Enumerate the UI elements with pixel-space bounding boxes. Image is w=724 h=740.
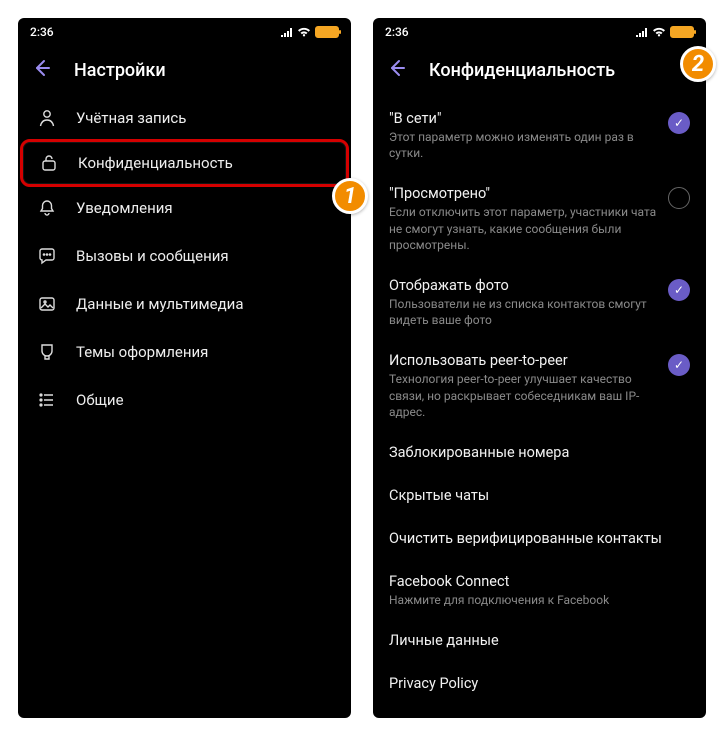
priv-title: Заблокированные номера (389, 444, 690, 461)
wifi-icon (297, 27, 311, 37)
battery-icon (315, 26, 339, 38)
priv-desc: Пользователи не из списка контактов смог… (389, 296, 660, 328)
priv-title: Использовать peer-to-peer (389, 352, 660, 369)
bell-icon (34, 198, 60, 218)
privacy-item-p2p[interactable]: Использовать peer-to-peer Технология pee… (373, 340, 706, 432)
menu-item-general[interactable]: Общие (18, 376, 351, 424)
priv-title: Отображать фото (389, 277, 660, 294)
privacy-item-blocked[interactable]: Заблокированные номера (373, 432, 706, 475)
chat-icon (34, 246, 60, 266)
priv-desc: Если отключить этот параметр, участники … (389, 204, 660, 253)
menu-item-privacy[interactable]: Конфиденциальность (20, 139, 349, 187)
battery-icon (670, 26, 694, 38)
privacy-item-seen[interactable]: "Просмотрено" Если отключить этот параме… (373, 173, 706, 265)
phone-settings: 2:36 Настройки Учётная запись (18, 18, 351, 718)
priv-desc: Технология peer-to-peer улучшает качеств… (389, 371, 660, 420)
phone-privacy: 2:36 Конфиденциальность "В сети" Этот па… (373, 18, 706, 718)
settings-menu: Учётная запись Конфиденциальность Уведом… (18, 94, 351, 718)
brush-icon (34, 342, 60, 362)
wifi-icon (652, 27, 666, 37)
privacy-item-hidden[interactable]: Скрытые чаты (373, 475, 706, 518)
menu-label: Учётная запись (76, 109, 186, 127)
privacy-item-facebook[interactable]: Facebook Connect Нажмите для подключения… (373, 561, 706, 620)
menu-item-notifications[interactable]: Уведомления (18, 184, 351, 232)
app-header: Настройки (18, 46, 351, 94)
privacy-item-policy[interactable]: Privacy Policy (373, 663, 706, 706)
clock: 2:36 (385, 25, 409, 39)
clock: 2:36 (30, 25, 54, 39)
priv-title: "В сети" (389, 110, 660, 127)
signal-icon (281, 27, 293, 37)
header-title: Настройки (74, 60, 166, 81)
menu-label: Данные и мультимедиа (76, 295, 243, 313)
toggle-on-icon[interactable] (668, 354, 690, 376)
header-title: Конфиденциальность (429, 60, 615, 81)
priv-title: Privacy Policy (389, 675, 690, 692)
menu-item-media[interactable]: Данные и мультимедиа (18, 280, 351, 328)
user-icon (34, 108, 60, 128)
privacy-list[interactable]: "В сети" Этот параметр можно изменять од… (373, 94, 706, 718)
menu-item-calls[interactable]: Вызовы и сообщения (18, 232, 351, 280)
step-badge-1: 1 (332, 178, 368, 214)
menu-item-account[interactable]: Учётная запись (18, 94, 351, 142)
priv-title: Скрытые чаты (389, 487, 690, 504)
image-icon (34, 294, 60, 314)
menu-label: Общие (76, 391, 124, 409)
menu-label: Темы оформления (76, 343, 208, 361)
priv-desc: Нажмите для подключения к Facebook (389, 592, 690, 608)
toggle-on-icon[interactable] (668, 112, 690, 134)
privacy-item-online[interactable]: "В сети" Этот параметр можно изменять од… (373, 98, 706, 173)
privacy-item-photo[interactable]: Отображать фото Пользователи не из списк… (373, 265, 706, 340)
menu-label: Уведомления (76, 199, 173, 217)
priv-desc: Этот параметр можно изменять один раз в … (389, 129, 660, 161)
back-arrow-icon[interactable] (32, 58, 52, 83)
menu-label: Конфиденциальность (78, 154, 233, 172)
list-icon (34, 390, 60, 410)
back-arrow-icon[interactable] (387, 58, 407, 83)
priv-title: Facebook Connect (389, 573, 690, 590)
status-icons (281, 26, 339, 38)
priv-title: Очистить верифицированные контакты (389, 530, 690, 547)
toggle-off-icon[interactable] (668, 187, 690, 209)
toggle-on-icon[interactable] (668, 279, 690, 301)
lock-icon (36, 153, 62, 173)
privacy-item-personal[interactable]: Личные данные (373, 620, 706, 663)
app-header: Конфиденциальность (373, 46, 706, 94)
priv-title: "Просмотрено" (389, 185, 660, 202)
menu-item-themes[interactable]: Темы оформления (18, 328, 351, 376)
priv-title: Личные данные (389, 632, 690, 649)
status-icons (636, 26, 694, 38)
privacy-item-clear-verified[interactable]: Очистить верифицированные контакты (373, 518, 706, 561)
status-bar: 2:36 (373, 18, 706, 46)
step-badge-2: 2 (680, 46, 716, 82)
signal-icon (636, 27, 648, 37)
menu-label: Вызовы и сообщения (76, 247, 229, 265)
status-bar: 2:36 (18, 18, 351, 46)
